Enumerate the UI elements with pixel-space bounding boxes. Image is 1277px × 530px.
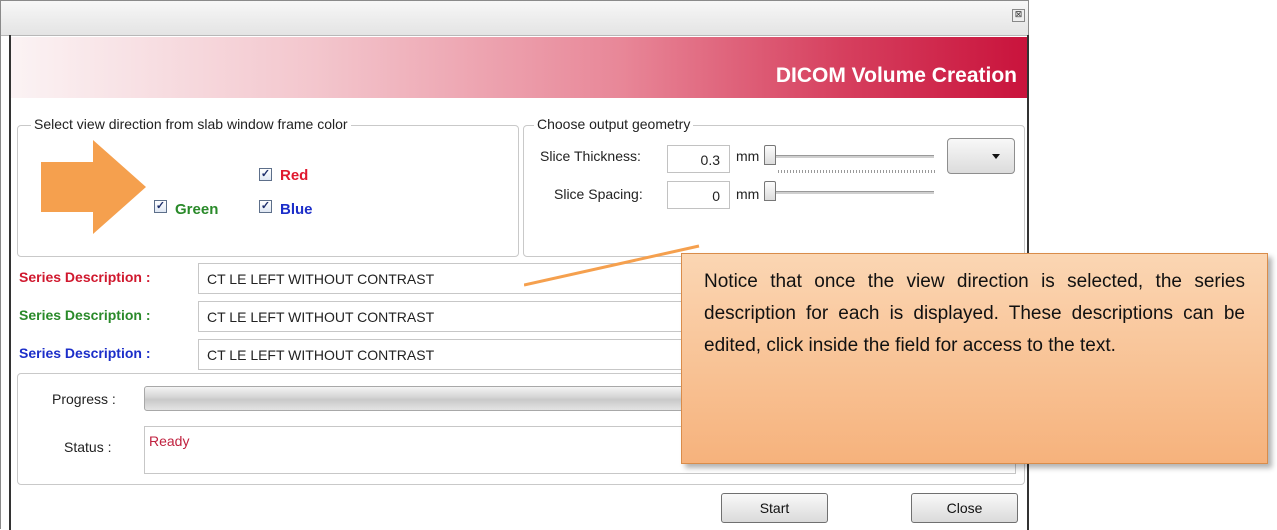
annotation-callout: Notice that once the view direction is s… — [681, 253, 1268, 464]
progress-label: Progress : — [52, 391, 116, 407]
series-blue-label: Series Description : — [19, 345, 151, 361]
slice-spacing-slider-track — [766, 191, 934, 194]
slice-thickness-input[interactable]: 0.3 — [667, 145, 730, 173]
title-bar: ⊠ — [1, 1, 1028, 36]
checkbox-red[interactable]: ✓ — [259, 168, 272, 181]
series-green-label: Series Description : — [19, 307, 151, 323]
slice-spacing-input[interactable]: 0 — [667, 181, 730, 209]
checkbox-blue-label: Blue — [280, 201, 313, 218]
slice-spacing-slider-thumb[interactable] — [764, 181, 776, 201]
slice-thickness-unit: mm — [736, 148, 760, 164]
callout-leader-line — [524, 244, 700, 287]
checkbox-green[interactable]: ✓ — [154, 200, 167, 213]
slice-spacing-unit: mm — [736, 186, 760, 202]
slice-thickness-slider-ticks — [778, 170, 936, 173]
checkbox-blue[interactable]: ✓ — [259, 200, 272, 213]
slice-thickness-slider-thumb[interactable] — [764, 145, 776, 165]
orange-arrow-icon — [41, 140, 146, 234]
checkbox-green-label: Green — [175, 201, 219, 218]
series-red-label: Series Description : — [19, 269, 151, 285]
slice-thickness-slider-track — [766, 155, 934, 158]
status-label: Status : — [64, 439, 112, 455]
geometry-dropdown-button[interactable] — [947, 138, 1015, 174]
slice-thickness-label: Slice Thickness: — [540, 148, 641, 164]
page-title: DICOM Volume Creation — [775, 64, 1017, 87]
header-banner: DICOM Volume Creation — [11, 37, 1027, 98]
checkbox-red-label: Red — [280, 167, 309, 184]
close-window-icon[interactable]: ⊠ — [1012, 9, 1025, 22]
output-geometry-legend: Choose output geometry — [534, 116, 694, 132]
chevron-down-icon — [992, 154, 1000, 159]
slice-spacing-label: Slice Spacing: — [554, 186, 643, 202]
view-direction-legend: Select view direction from slab window f… — [31, 116, 351, 132]
close-button[interactable]: Close — [911, 493, 1018, 523]
start-button[interactable]: Start — [721, 493, 828, 523]
